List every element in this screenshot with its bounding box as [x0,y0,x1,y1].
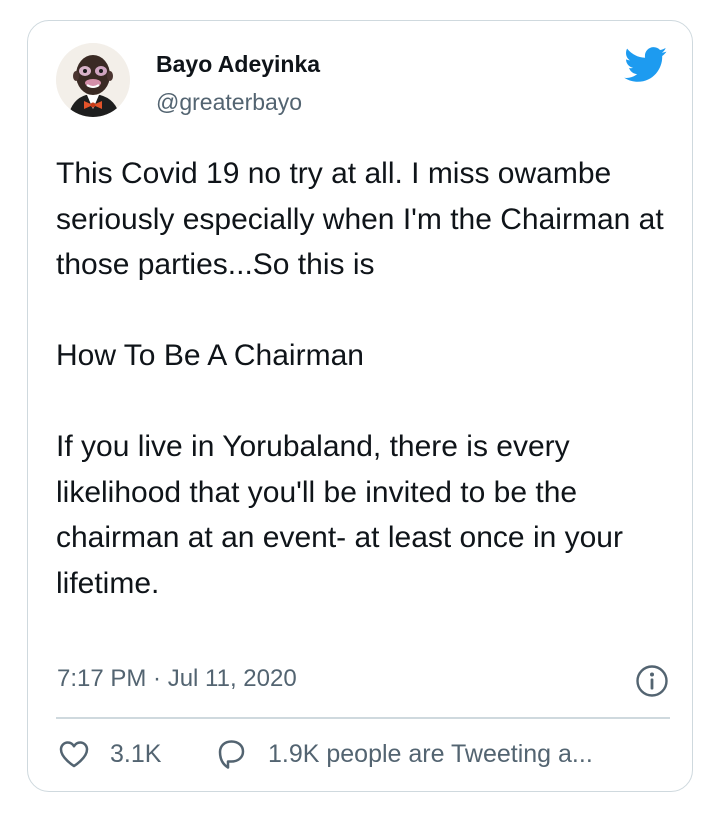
tweeting-count[interactable]: 1.9K people are Tweeting a... [268,740,593,769]
divider [56,717,670,719]
tweet-paragraph: This Covid 19 no try at all. I miss owam… [56,157,664,281]
author-name[interactable]: Bayo Adeyinka [156,51,320,78]
tweet-text: This Covid 19 no try at all. I miss owam… [56,151,676,606]
tweet-paragraph: If you live in Yorubaland, there is ever… [56,430,623,600]
author-handle[interactable]: @greaterbayo [156,89,302,116]
like-count[interactable]: 3.1K [110,740,161,769]
tweet-paragraph: How To Be A Chairman [56,339,364,372]
heart-icon[interactable] [58,739,90,769]
avatar[interactable] [56,43,130,117]
tweet-card: Bayo Adeyinka @greaterbayo This Covid 19… [27,20,693,792]
twitter-bird-icon[interactable] [624,47,668,83]
speech-bubble-icon[interactable] [214,737,248,771]
info-icon[interactable] [635,664,669,698]
avatar-illustration [56,43,130,117]
tweet-timestamp[interactable]: 7:17 PM · Jul 11, 2020 [57,665,297,693]
